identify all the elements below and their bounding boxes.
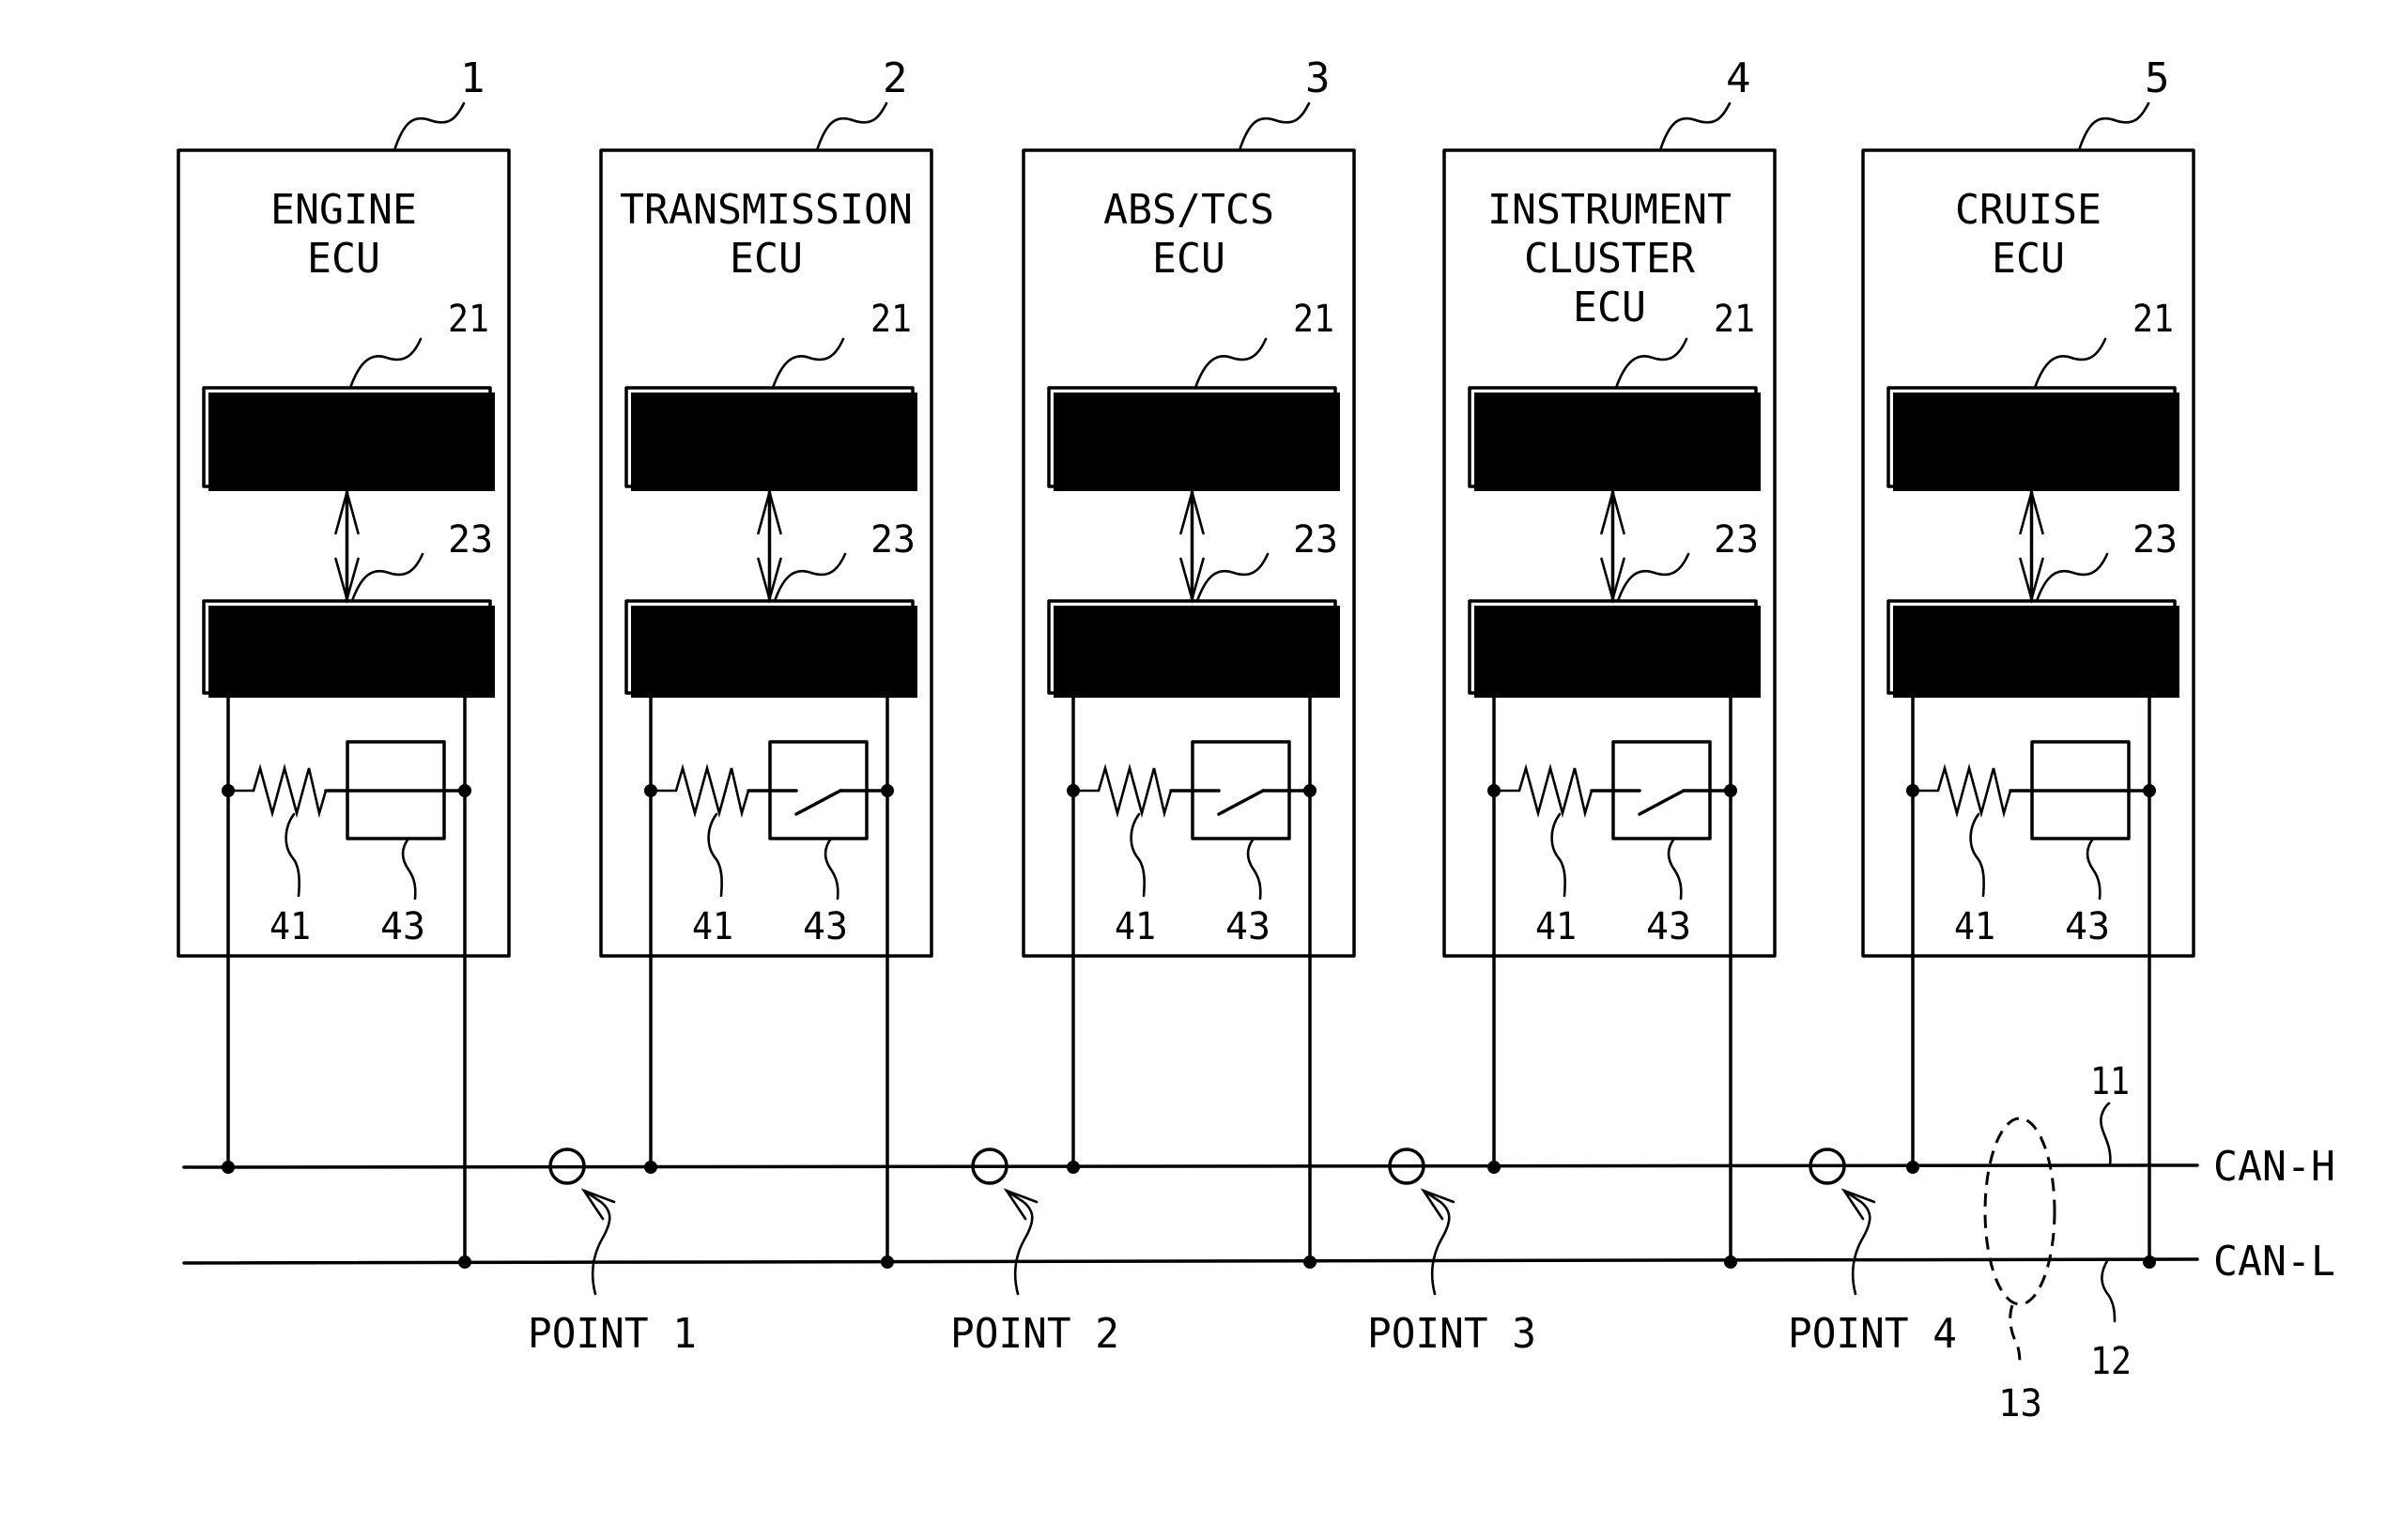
resistor-ref-label: 41 [1535,905,1577,948]
ecu-name-line: CLUSTER [1524,235,1695,283]
ecu-ref-label: 3 [1305,54,1331,102]
ecu-name-line: ECU [307,235,380,283]
junction-dot [1067,1161,1080,1174]
ecu-name-line: ECU [1992,235,2065,283]
resistor-ref-label: 41 [1115,905,1156,948]
ecu-name-line: TRANSMISSION [620,186,913,234]
junction-dot [644,1161,657,1174]
switch-ref-label: 43 [1646,905,1691,948]
resistor-ref-label: 41 [269,905,311,948]
cpu-ref-label: 21 [448,298,489,341]
cpu-label: CPU [1994,417,2070,463]
ecu-name-line: ECU [1152,235,1225,283]
ecu-ref-label: 2 [883,54,908,102]
point-label: POINT 1 [528,1310,697,1358]
ecu-name-line: CRUISE [1955,186,2102,234]
cpu-label: CPU [310,417,385,463]
resistor-ref-label: 41 [692,905,733,948]
junction-dot [1303,1255,1316,1269]
point-label: POINT 4 [1788,1310,1957,1358]
ecu-name-line: ECU [1573,284,1646,331]
ecu-name-line: ABS/TCS [1103,186,1274,234]
cpu-label: CPU [1576,417,1651,463]
driver-ref-label: 23 [2133,518,2178,562]
ecu-name-line: ENGINE [270,186,417,234]
point-label: POINT 3 [1367,1310,1536,1358]
junction-dot [1724,1255,1737,1269]
cpu-ref-label: 21 [1714,298,1755,341]
ecu-name-line: ECU [730,235,803,283]
can-h-line [182,1163,2199,1169]
cpu-label: CPU [1155,417,1230,463]
point-label: POINT 2 [950,1310,1119,1358]
ecu-name-line: INSTRUMENT [1487,186,1732,234]
junction-dot [1487,1161,1501,1174]
switch-ref-label: 43 [1225,905,1270,948]
ecu-ref-label: 1 [460,54,485,102]
junction-dot [222,1161,235,1174]
resistor-ref-label: 41 [1954,905,1995,948]
junction-dot [1906,1161,1919,1174]
driver-ref-label: 23 [448,518,493,562]
driver-label: DRIVER [1958,627,2107,673]
switch-ref-label: 43 [2065,905,2110,948]
driver-ref-label: 23 [1714,518,1759,562]
driver-label: DRIVER [1539,627,1688,673]
junction-dot [2143,1255,2156,1269]
cpu-ref-label: 21 [870,298,912,341]
cpu-ref-label: 21 [2133,298,2174,341]
ref-12-label: 12 [2090,1340,2132,1383]
can-l-label: CAN-L [2213,1238,2335,1286]
driver-label: DRIVER [273,627,423,673]
ref-13-label: 13 [1998,1382,2042,1425]
ref-11-label: 11 [2090,1060,2130,1103]
ecu-ref-label: 4 [1726,54,1751,102]
driver-label: DRIVER [696,627,845,673]
cpu-label: CPU [732,417,808,463]
can-h-label: CAN-H [2213,1143,2335,1191]
driver-ref-label: 23 [870,518,916,562]
cpu-ref-label: 21 [1293,298,1334,341]
can-bus-network-diagram: CAN-H CAN-L 11 12 13 1ENGINEECUCPU21DRIV… [0,0,2402,1540]
junction-dot [881,1255,894,1269]
driver-label: DRIVER [1118,627,1268,673]
switch-ref-label: 43 [380,905,425,948]
ecu-ref-label: 5 [2145,54,2170,102]
driver-ref-label: 23 [1293,518,1338,562]
junction-dot [458,1255,471,1269]
switch-ref-label: 43 [803,905,848,948]
